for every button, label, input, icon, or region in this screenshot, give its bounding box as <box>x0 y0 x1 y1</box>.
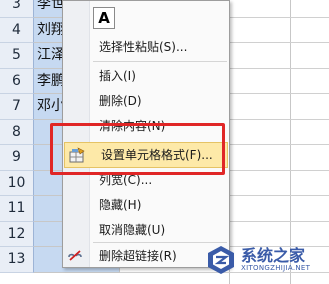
row-header[interactable]: 6 <box>0 68 34 94</box>
menu-item-paste-special[interactable]: 选择性粘贴(S)... <box>63 35 229 59</box>
row-header[interactable]: 10 <box>0 170 34 196</box>
menu-item-label: 选择性粘贴(S)... <box>99 40 188 54</box>
menu-item-hide[interactable]: 隐藏(H) <box>63 193 229 217</box>
watermark-title: 系统之家 <box>241 246 306 265</box>
menu-item-insert[interactable]: 插入(I) <box>63 64 229 88</box>
row-header[interactable]: 4 <box>0 17 34 43</box>
mini-toolbar-font-button[interactable]: A <box>93 7 115 29</box>
row-header[interactable]: 13 <box>0 247 34 273</box>
watermark-subtitle: XITONGZHIJIA.NET <box>241 264 311 272</box>
highlight-annotation-box <box>50 123 225 175</box>
menu-item-unhide[interactable]: 取消隐藏(U) <box>63 218 229 242</box>
row-header[interactable]: 3 <box>0 0 34 18</box>
row-header[interactable]: 9 <box>0 145 34 171</box>
menu-item-label: 取消隐藏(U) <box>99 223 166 237</box>
menu-item-label: 插入(I) <box>99 69 136 83</box>
row-header[interactable]: 11 <box>0 196 34 222</box>
row-header[interactable]: 8 <box>0 119 34 145</box>
menu-item-label: 删除(D) <box>99 94 142 108</box>
menu-item-label: 隐藏(H) <box>99 198 142 212</box>
row-header[interactable]: 7 <box>0 94 34 120</box>
menu-item-label: 列宽(C)... <box>99 173 153 187</box>
menu-separator <box>93 61 227 62</box>
row-header[interactable]: 12 <box>0 221 34 247</box>
menu-item-label: 删除超链接(R) <box>99 249 177 263</box>
menu-item-delete[interactable]: 删除(D) <box>63 89 229 113</box>
watermark: 系统之家 XITONGZHIJIA.NET <box>205 242 323 278</box>
row-header[interactable]: 5 <box>0 43 34 69</box>
watermark-logo-icon <box>208 246 234 274</box>
remove-hyperlink-icon <box>68 250 82 261</box>
